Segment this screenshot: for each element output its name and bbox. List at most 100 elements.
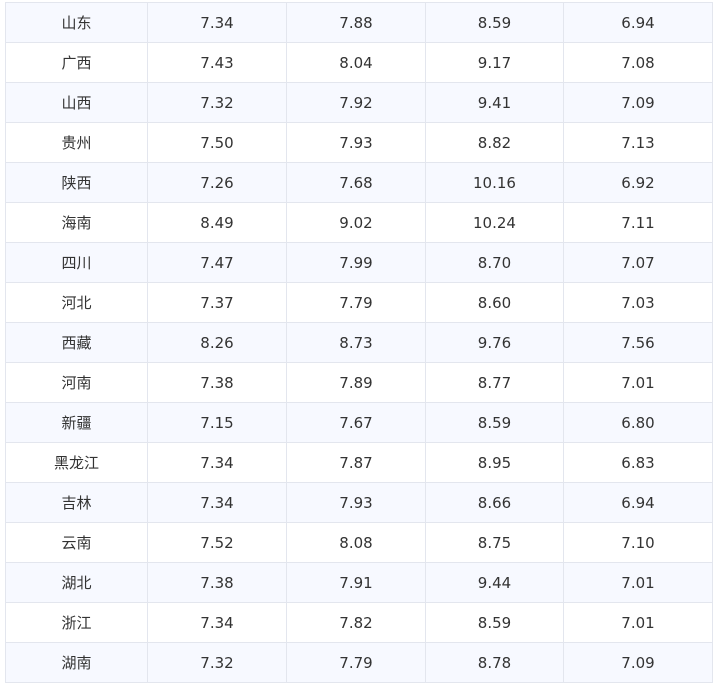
value-cell-4: 7.11 xyxy=(563,202,713,243)
value-cell-4: 7.08 xyxy=(563,42,713,83)
region-cell: 湖南 xyxy=(5,642,148,683)
value-cell-3: 9.17 xyxy=(425,42,564,83)
value-cell-2: 7.88 xyxy=(286,2,426,43)
table-container: 山东 7.34 7.88 8.59 6.94 广西 7.43 8.04 9.17 7.08 山西 7.… xyxy=(0,0,717,687)
value-cell-2: 7.67 xyxy=(286,402,426,443)
value-cell-1: 7.37 xyxy=(147,282,287,323)
value-cell-2: 7.82 xyxy=(286,602,426,643)
value-cell-2: 7.99 xyxy=(286,242,426,283)
value-cell-4: 7.01 xyxy=(563,562,713,603)
value-cell-1: 7.34 xyxy=(147,482,287,523)
value-cell-1: 7.50 xyxy=(147,122,287,163)
value-cell-1: 7.52 xyxy=(147,522,287,563)
value-cell-4: 6.94 xyxy=(563,2,713,43)
region-cell: 黑龙江 xyxy=(5,442,148,483)
table-row: 广西 7.43 8.04 9.17 7.08 xyxy=(5,42,713,83)
value-cell-2: 7.93 xyxy=(286,482,426,523)
value-cell-3: 10.24 xyxy=(425,202,564,243)
value-cell-1: 7.47 xyxy=(147,242,287,283)
region-cell: 山西 xyxy=(5,82,148,123)
value-cell-3: 9.76 xyxy=(425,322,564,363)
table-row: 山西 7.32 7.92 9.41 7.09 xyxy=(5,82,713,123)
region-cell: 吉林 xyxy=(5,482,148,523)
table-row: 西藏 8.26 8.73 9.76 7.56 xyxy=(5,322,713,363)
value-cell-2: 8.73 xyxy=(286,322,426,363)
value-cell-3: 8.78 xyxy=(425,642,564,683)
value-cell-4: 7.09 xyxy=(563,82,713,123)
value-cell-1: 7.34 xyxy=(147,2,287,43)
value-cell-1: 7.38 xyxy=(147,362,287,403)
value-cell-4: 6.83 xyxy=(563,442,713,483)
value-cell-4: 6.92 xyxy=(563,162,713,203)
table-row: 河北 7.37 7.79 8.60 7.03 xyxy=(5,282,713,323)
value-cell-4: 7.01 xyxy=(563,362,713,403)
value-cell-4: 6.80 xyxy=(563,402,713,443)
value-cell-3: 8.95 xyxy=(425,442,564,483)
value-cell-3: 9.44 xyxy=(425,562,564,603)
table-row: 海南 8.49 9.02 10.24 7.11 xyxy=(5,202,713,243)
value-cell-3: 8.82 xyxy=(425,122,564,163)
region-cell: 西藏 xyxy=(5,322,148,363)
price-table: 山东 7.34 7.88 8.59 6.94 广西 7.43 8.04 9.17 7.08 山西 7.… xyxy=(5,2,713,683)
region-cell: 湖北 xyxy=(5,562,148,603)
value-cell-1: 7.38 xyxy=(147,562,287,603)
value-cell-1: 7.15 xyxy=(147,402,287,443)
table-row: 新疆 7.15 7.67 8.59 6.80 xyxy=(5,402,713,443)
value-cell-2: 9.02 xyxy=(286,202,426,243)
value-cell-2: 7.79 xyxy=(286,282,426,323)
value-cell-2: 7.92 xyxy=(286,82,426,123)
value-cell-3: 10.16 xyxy=(425,162,564,203)
value-cell-2: 8.08 xyxy=(286,522,426,563)
value-cell-2: 8.04 xyxy=(286,42,426,83)
table-row: 黑龙江 7.34 7.87 8.95 6.83 xyxy=(5,442,713,483)
value-cell-4: 7.01 xyxy=(563,602,713,643)
value-cell-3: 8.70 xyxy=(425,242,564,283)
region-cell: 河北 xyxy=(5,282,148,323)
value-cell-3: 8.59 xyxy=(425,402,564,443)
value-cell-4: 7.10 xyxy=(563,522,713,563)
value-cell-3: 8.75 xyxy=(425,522,564,563)
value-cell-2: 7.89 xyxy=(286,362,426,403)
value-cell-4: 6.94 xyxy=(563,482,713,523)
value-cell-1: 7.34 xyxy=(147,602,287,643)
value-cell-2: 7.79 xyxy=(286,642,426,683)
table-row: 浙江 7.34 7.82 8.59 7.01 xyxy=(5,602,713,643)
table-row: 吉林 7.34 7.93 8.66 6.94 xyxy=(5,482,713,523)
region-cell: 广西 xyxy=(5,42,148,83)
value-cell-1: 8.26 xyxy=(147,322,287,363)
region-cell: 河南 xyxy=(5,362,148,403)
region-cell: 云南 xyxy=(5,522,148,563)
region-cell: 贵州 xyxy=(5,122,148,163)
region-cell: 新疆 xyxy=(5,402,148,443)
value-cell-1: 8.49 xyxy=(147,202,287,243)
table-row: 陕西 7.26 7.68 10.16 6.92 xyxy=(5,162,713,203)
value-cell-4: 7.56 xyxy=(563,322,713,363)
value-cell-3: 8.59 xyxy=(425,602,564,643)
region-cell: 山东 xyxy=(5,2,148,43)
value-cell-3: 8.60 xyxy=(425,282,564,323)
value-cell-4: 7.13 xyxy=(563,122,713,163)
value-cell-1: 7.43 xyxy=(147,42,287,83)
value-cell-4: 7.03 xyxy=(563,282,713,323)
region-cell: 浙江 xyxy=(5,602,148,643)
value-cell-3: 8.66 xyxy=(425,482,564,523)
table-row: 贵州 7.50 7.93 8.82 7.13 xyxy=(5,122,713,163)
value-cell-3: 8.59 xyxy=(425,2,564,43)
table-body: 山东 7.34 7.88 8.59 6.94 广西 7.43 8.04 9.17 7.08 山西 7.… xyxy=(5,2,713,683)
region-cell: 四川 xyxy=(5,242,148,283)
value-cell-1: 7.26 xyxy=(147,162,287,203)
value-cell-1: 7.34 xyxy=(147,442,287,483)
value-cell-2: 7.68 xyxy=(286,162,426,203)
table-row: 湖南 7.32 7.79 8.78 7.09 xyxy=(5,642,713,683)
value-cell-2: 7.91 xyxy=(286,562,426,603)
region-cell: 海南 xyxy=(5,202,148,243)
value-cell-3: 9.41 xyxy=(425,82,564,123)
value-cell-3: 8.77 xyxy=(425,362,564,403)
value-cell-2: 7.87 xyxy=(286,442,426,483)
table-row: 湖北 7.38 7.91 9.44 7.01 xyxy=(5,562,713,603)
region-cell: 陕西 xyxy=(5,162,148,203)
table-row: 河南 7.38 7.89 8.77 7.01 xyxy=(5,362,713,403)
value-cell-1: 7.32 xyxy=(147,642,287,683)
value-cell-2: 7.93 xyxy=(286,122,426,163)
value-cell-4: 7.09 xyxy=(563,642,713,683)
